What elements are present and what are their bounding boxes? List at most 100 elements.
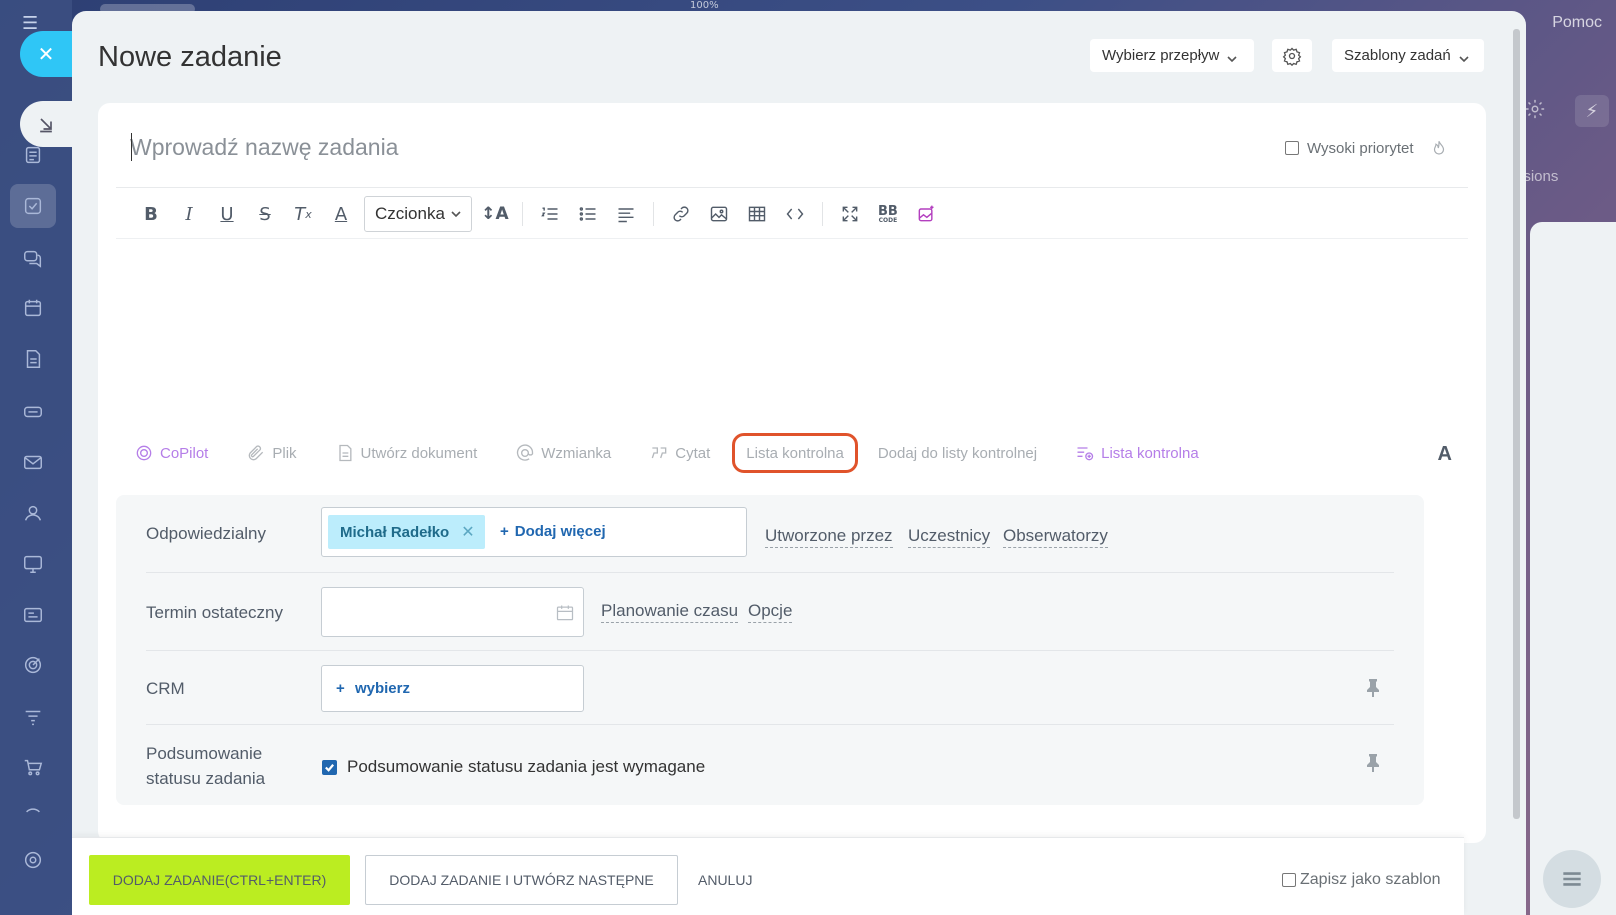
contacts-icon[interactable] — [18, 498, 48, 528]
remove-icon[interactable]: ✕ — [461, 522, 474, 542]
help-link[interactable]: Pomoc — [1552, 14, 1602, 32]
strikethrough-button[interactable]: S — [246, 199, 284, 229]
code-button[interactable] — [776, 199, 814, 229]
high-priority-label: Wysoki priorytet — [1307, 139, 1414, 157]
deadline-label: Termin ostateczny — [146, 603, 283, 622]
add-to-checklist-label: Dodaj do listy kontrolnej — [877, 444, 1038, 462]
add-task-button[interactable]: DODAJ ZADANIE(CTRL+ENTER) — [89, 855, 350, 905]
documents-icon[interactable] — [18, 344, 48, 374]
add-more-link[interactable]: + Dodaj więcej — [500, 523, 606, 540]
pin-icon[interactable] — [1365, 678, 1383, 700]
filter-icon[interactable] — [18, 702, 48, 732]
clear-format-button[interactable]: Tx — [284, 199, 322, 229]
mention-button[interactable]: Wzmianka — [515, 433, 611, 473]
font-select[interactable]: Czcionka — [364, 196, 472, 232]
save-as-template-checkbox[interactable] — [1282, 873, 1296, 887]
shop-icon[interactable] — [18, 752, 48, 782]
sites-icon[interactable] — [18, 549, 48, 579]
minimize-slider-button[interactable] — [20, 101, 72, 147]
numbered-list-button[interactable] — [531, 199, 569, 229]
options-link[interactable]: Opcje — [748, 600, 793, 623]
add-to-checklist-button[interactable]: Dodaj do listy kontrolnej — [878, 433, 1037, 473]
text-panel-toggle[interactable]: A — [1438, 443, 1452, 466]
drive-icon[interactable] — [18, 396, 48, 426]
settings-icon[interactable] — [18, 845, 48, 875]
summary-required-toggle[interactable]: Podsumowanie statusu zadania jest wymaga… — [322, 757, 705, 777]
created-by-link[interactable]: Utworzone przez — [765, 525, 893, 548]
summary-required-label: Podsumowanie statusu zadania jest wymaga… — [347, 757, 706, 776]
responsible-chip[interactable]: Michał Radełko ✕ — [328, 515, 485, 549]
scrollbar[interactable] — [1513, 29, 1520, 819]
select-flow-button[interactable]: Wybierz przepływ — [1090, 39, 1254, 72]
goals-icon[interactable] — [18, 650, 48, 680]
task-title-input[interactable] — [130, 127, 1230, 167]
settings-button[interactable] — [1272, 39, 1312, 72]
participants-link[interactable]: Uczestnicy — [908, 525, 991, 548]
deadline-input[interactable] — [321, 587, 584, 637]
copilot-button[interactable]: CoPilot — [134, 433, 208, 473]
mail-icon[interactable] — [18, 447, 48, 477]
image-button[interactable] — [700, 199, 738, 229]
calendar-icon[interactable] — [18, 293, 48, 323]
align-button[interactable] — [607, 199, 645, 229]
bolt-icon[interactable]: ⚡ — [1575, 95, 1609, 127]
save-as-template-label: Zapisz jako szablon — [1300, 871, 1441, 888]
summary-label-line-1: Podsumowanie — [146, 744, 263, 763]
crm-selector[interactable]: + wybierz — [321, 665, 584, 712]
document-icon — [338, 444, 352, 462]
responsible-selector[interactable]: Michał Radełko ✕ + Dodaj więcej — [321, 507, 747, 557]
menu-icon[interactable]: ☰ — [22, 14, 44, 32]
quote-button[interactable]: Cytat — [649, 433, 710, 473]
table-button[interactable] — [738, 199, 776, 229]
list-icon — [1563, 872, 1581, 886]
crm-icon[interactable] — [18, 600, 48, 630]
text-color-button[interactable]: A — [322, 199, 360, 229]
add-and-create-next-button[interactable]: DODAJ ZADANIE I UTWÓRZ NASTĘPNE — [365, 855, 678, 905]
save-as-template-toggle[interactable]: Zapisz jako szablon — [1282, 871, 1441, 889]
responsible-label: Odpowiedzialny — [146, 524, 267, 543]
observers-link[interactable]: Obserwatorzy — [1003, 525, 1108, 548]
image-icon — [710, 206, 728, 222]
close-slider-button[interactable]: ✕ — [20, 31, 72, 77]
time-planning-link[interactable]: Planowanie czasu — [601, 600, 739, 623]
text-caret — [131, 133, 132, 161]
toolbar-separator — [652, 202, 654, 226]
task-templates-button[interactable]: Szablony zadań — [1332, 39, 1484, 72]
checklist-button[interactable]: Lista kontrolna — [732, 433, 858, 473]
high-priority-toggle[interactable]: Wysoki priorytet — [1285, 139, 1448, 157]
checklist-secondary-button[interactable]: Lista kontrolna — [1075, 433, 1199, 473]
checklist-secondary-label: Lista kontrolna — [1101, 444, 1199, 462]
fullscreen-icon — [842, 206, 858, 222]
select-flow-label: Wybierz przepływ — [1102, 47, 1220, 64]
cancel-button[interactable]: ANULUJ — [692, 855, 758, 905]
summary-required-checkbox[interactable] — [322, 759, 337, 775]
fullscreen-button[interactable] — [831, 199, 869, 229]
bbcode-button[interactable]: BB CODE — [869, 199, 907, 229]
create-document-button[interactable]: Utwórz dokument — [335, 433, 477, 473]
minimize-icon — [40, 118, 52, 133]
row-divider — [146, 650, 1394, 651]
file-button[interactable]: Plik — [246, 433, 297, 473]
chat-list-button[interactable] — [1543, 850, 1601, 908]
pin-icon[interactable] — [1365, 753, 1383, 775]
row-divider — [146, 724, 1394, 725]
responsible-person: Michał Radełko — [340, 523, 450, 541]
ai-image-button[interactable] — [907, 199, 945, 229]
chat-icon[interactable] — [18, 243, 48, 273]
underline-button[interactable]: U — [208, 199, 246, 229]
checklist-add-icon — [1077, 447, 1094, 461]
chevron-down-icon — [1227, 51, 1237, 62]
numbered-list-icon — [541, 207, 558, 220]
description-editor[interactable] — [116, 243, 1468, 423]
check-icon — [325, 763, 335, 772]
toolbar-separator — [821, 202, 823, 226]
bold-button[interactable]: B — [132, 199, 170, 229]
high-priority-checkbox[interactable] — [1285, 141, 1299, 155]
font-size-button[interactable]: ↕A — [476, 199, 514, 229]
collapse-icon[interactable] — [18, 795, 48, 825]
tasks-icon[interactable] — [10, 184, 56, 228]
link-button[interactable] — [662, 199, 700, 229]
bullet-list-button[interactable] — [569, 199, 607, 229]
italic-button[interactable]: I — [170, 199, 208, 229]
row-divider — [146, 572, 1394, 573]
